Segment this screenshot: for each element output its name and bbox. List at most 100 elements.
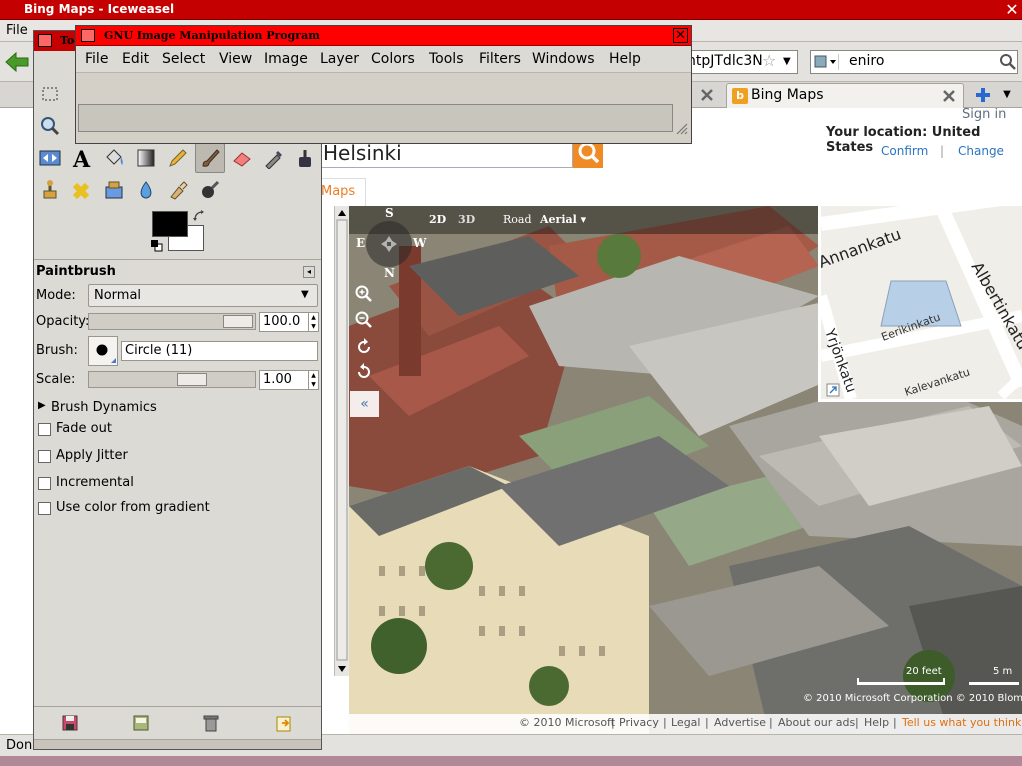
gimp-menu-view[interactable]: View	[219, 51, 252, 67]
tab-close-icon[interactable]	[940, 87, 958, 105]
search-input[interactable]: eniro	[849, 53, 884, 69]
sign-in-link[interactable]: Sign in	[962, 107, 1006, 122]
opacity-slider[interactable]	[88, 313, 256, 330]
footer-about-ads-link[interactable]: About our ads	[778, 716, 855, 729]
use-color-gradient-checkbox[interactable]	[38, 502, 51, 515]
maps-nav-tab[interactable]: Maps	[316, 178, 366, 206]
footer-help-link[interactable]: Help	[864, 716, 889, 729]
blend-tool-icon[interactable]	[131, 143, 161, 173]
search-icon[interactable]	[999, 53, 1017, 71]
compass-west[interactable]: W	[413, 236, 426, 250]
compass-east[interactable]: E	[356, 236, 365, 250]
opacity-spinbox[interactable]: 100.0 ▲ ▼	[259, 312, 319, 332]
dodge-burn-tool-icon[interactable]	[195, 175, 225, 205]
map-2d-button[interactable]: 2D	[429, 213, 446, 226]
foreground-color-swatch[interactable]	[152, 211, 188, 237]
brush-dynamics-expander[interactable]: ▶ Brush Dynamics	[38, 400, 308, 418]
spin-arrows-icon[interactable]: ▲ ▼	[308, 371, 318, 389]
opacity-slider-thumb[interactable]	[223, 315, 253, 328]
eraser-tool-icon[interactable]	[227, 143, 257, 173]
swap-colors-icon[interactable]	[192, 209, 206, 223]
ink-tool-icon[interactable]	[291, 143, 321, 173]
gimp-empty-canvas[interactable]	[78, 104, 673, 132]
footer-advertise-link[interactable]: Advertise	[714, 716, 766, 729]
confirm-location-link[interactable]: Confirm	[881, 144, 928, 158]
search-bar[interactable]: eniro	[810, 50, 1018, 74]
search-engine-icon[interactable]	[813, 54, 839, 70]
gimp-menu-image[interactable]: Image	[264, 51, 308, 67]
blur-tool-icon[interactable]	[131, 175, 161, 205]
back-arrow-icon[interactable]	[4, 50, 30, 74]
new-tab-plus-icon[interactable]	[972, 85, 994, 105]
gimp-menu-edit[interactable]: Edit	[122, 51, 149, 67]
reset-options-icon[interactable]	[274, 713, 294, 733]
compass-rotate-icon[interactable]	[379, 234, 399, 254]
tab-close-icon[interactable]	[698, 86, 716, 104]
restore-options-icon[interactable]	[131, 713, 151, 733]
map-3d-button[interactable]: 3D	[458, 213, 475, 226]
reset-colors-icon[interactable]	[151, 240, 163, 252]
zoom-in-icon[interactable]	[354, 284, 374, 304]
change-location-link[interactable]: Change	[958, 144, 1004, 158]
mini-map[interactable]: Annankatu Albertinkatu Eerikinkatu Kalev…	[818, 206, 1022, 402]
flip-tool-icon[interactable]	[35, 143, 65, 173]
map-road-button[interactable]: Road	[503, 213, 532, 226]
delete-options-icon[interactable]	[201, 713, 221, 733]
tab-menu-icon[interactable]: ◂	[303, 266, 315, 278]
close-icon[interactable]: ✕	[673, 28, 688, 43]
brush-preview-button[interactable]	[88, 336, 118, 366]
bookmark-star-icon[interactable]: ☆	[762, 50, 780, 74]
pencil-tool-icon[interactable]	[163, 143, 193, 173]
resize-grip-icon[interactable]	[674, 121, 688, 135]
gimp-menu-windows[interactable]: Windows	[532, 51, 595, 67]
save-options-icon[interactable]	[60, 713, 80, 733]
footer-legal-link[interactable]: Legal	[671, 716, 700, 729]
clone-tool-icon[interactable]	[35, 175, 65, 205]
url-dropdown-icon[interactable]: ▼	[783, 50, 797, 74]
map-aerial-dropdown[interactable]: Aerial ▾	[540, 213, 586, 226]
gimp-menu-help[interactable]: Help	[609, 51, 641, 67]
perspective-clone-tool-icon[interactable]	[99, 175, 129, 205]
rotate-clockwise-icon[interactable]	[354, 337, 374, 357]
gimp-menu-tools[interactable]: Tools	[429, 51, 464, 67]
tab-list-dropdown-icon[interactable]: ▼	[998, 85, 1016, 105]
browser-close-icon[interactable]: ✕	[1003, 1, 1021, 19]
zoom-out-icon[interactable]	[354, 310, 374, 330]
spin-arrows-icon[interactable]: ▲ ▼	[308, 313, 318, 331]
bucket-fill-tool-icon[interactable]	[99, 143, 129, 173]
browser-menu-file[interactable]: File	[6, 23, 28, 38]
collapse-panel-icon[interactable]: «	[350, 391, 379, 417]
zoom-tool-icon[interactable]	[35, 111, 65, 141]
window-menu-icon[interactable]	[38, 34, 52, 47]
gimp-menu-layer[interactable]: Layer	[320, 51, 359, 67]
mode-select[interactable]: Normal ▼	[88, 284, 318, 307]
footer-feedback-link[interactable]: Tell us what you think	[902, 716, 1021, 729]
scale-spinbox[interactable]: 1.00 ▲ ▼	[259, 370, 319, 390]
scale-slider[interactable]	[88, 371, 256, 388]
smudge-tool-icon[interactable]	[163, 175, 193, 205]
gimp-image-titlebar[interactable]: GNU Image Manipulation Program ✕	[76, 26, 691, 46]
rotate-counterclockwise-icon[interactable]	[354, 362, 374, 382]
text-tool-icon[interactable]: A	[67, 143, 97, 173]
gimp-menu-select[interactable]: Select	[162, 51, 205, 67]
compass-north[interactable]: N	[384, 266, 395, 280]
gimp-menu-filters[interactable]: Filters	[479, 51, 521, 67]
gimp-menu-file[interactable]: File	[85, 51, 108, 67]
footer-privacy-link[interactable]: Privacy	[619, 716, 659, 729]
heal-tool-icon[interactable]	[67, 175, 97, 205]
url-bar[interactable]: ntpJTdlc3N	[680, 50, 798, 74]
brush-name-field[interactable]: Circle (11)	[121, 341, 318, 361]
fade-out-checkbox[interactable]	[38, 423, 51, 436]
tab-bing-maps[interactable]: b Bing Maps	[726, 83, 964, 108]
rect-select-tool-icon[interactable]	[35, 79, 65, 109]
scale-slider-thumb[interactable]	[177, 373, 207, 386]
gimp-menu-colors[interactable]: Colors	[371, 51, 415, 67]
toolbox-resize-strip[interactable]	[34, 739, 321, 749]
compass-south[interactable]: S	[385, 206, 394, 220]
airbrush-tool-icon[interactable]	[259, 143, 289, 173]
apply-jitter-checkbox[interactable]	[38, 450, 51, 463]
map-scrollbar[interactable]	[334, 206, 349, 676]
window-menu-icon[interactable]	[81, 29, 95, 42]
paintbrush-tool-icon[interactable]	[195, 143, 225, 173]
incremental-checkbox[interactable]	[38, 477, 51, 490]
